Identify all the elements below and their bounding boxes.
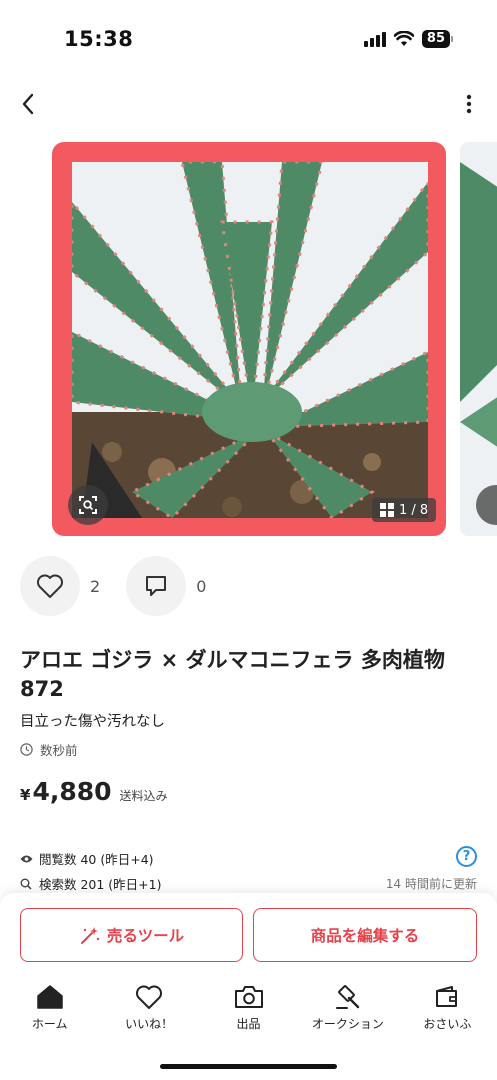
gavel-icon	[335, 985, 360, 1009]
item-stats: 閲覧数 40 (昨日+4) 検索数 201 (昨日+1) ? 14 時間前に更新	[20, 846, 477, 896]
camera-icon	[234, 986, 263, 1008]
item-title: アロエ ゴジラ × ダルマコニフェラ 多肉植物 872	[20, 648, 445, 701]
tab-home-label: ホーム	[31, 1017, 68, 1031]
aloe-plant-image	[72, 162, 428, 518]
tab-likes-label: いいね！	[125, 1017, 174, 1031]
photo-counter[interactable]: 1 / 8	[372, 498, 437, 522]
heart-icon	[136, 985, 163, 1009]
magic-wand-icon	[80, 927, 100, 944]
like-count: 2	[90, 576, 101, 596]
search-icon	[20, 878, 32, 890]
status-icons: 85	[363, 30, 453, 48]
edit-item-button[interactable]: 商品を編集する	[253, 908, 477, 962]
photo-counter-text: 1 / 8	[399, 502, 429, 518]
eye-icon	[20, 855, 33, 862]
chevron-left-icon	[22, 93, 34, 115]
tab-listing[interactable]: 出品	[199, 983, 298, 1039]
engagement-actions: 2 0	[20, 556, 232, 616]
tab-likes[interactable]: いいね！	[99, 983, 198, 1039]
tab-auction-label: オークション	[311, 1017, 384, 1031]
cellular-signal-icon	[363, 31, 386, 47]
status-time: 15:38	[64, 27, 134, 51]
updated-time: 14 時間前に更新	[385, 877, 477, 891]
top-nav	[0, 84, 497, 124]
wallet-icon	[436, 986, 458, 1007]
status-bar: 15:38 85	[0, 0, 497, 80]
sell-tool-label: 売るツール	[106, 927, 185, 945]
currency-symbol: ¥	[20, 786, 31, 804]
tab-home[interactable]: ホーム	[0, 983, 99, 1039]
next-photo-preview[interactable]	[460, 142, 497, 536]
battery-level: 85	[421, 30, 450, 48]
tab-wallet-label: おさいふ	[423, 1017, 472, 1031]
searches-text: 検索数 201 (昨日+1)	[39, 877, 162, 892]
home-indicator	[160, 1064, 337, 1069]
like-button[interactable]	[20, 556, 80, 616]
image-search-button[interactable]	[68, 485, 108, 525]
tab-auction[interactable]: オークション	[298, 983, 397, 1039]
heart-icon	[37, 574, 63, 598]
help-icon[interactable]: ?	[456, 846, 477, 867]
sell-tool-button[interactable]: 売るツール	[20, 908, 243, 962]
price: ¥ 4,880 送料込み	[20, 777, 168, 806]
posted-time: 数秒前	[20, 740, 78, 759]
edit-item-label: 商品を編集する	[310, 927, 420, 945]
photo-carousel[interactable]: 1 / 8	[0, 140, 497, 540]
battery-icon: 85	[421, 30, 453, 48]
shipping-included: 送料込み	[119, 789, 168, 803]
back-button[interactable]	[12, 88, 44, 120]
comment-button[interactable]	[126, 556, 187, 616]
tab-listing-label: 出品	[236, 1017, 261, 1031]
comment-count: 0	[196, 576, 207, 596]
tab-bar: ホーム いいね！ 出品 オークション おさいふ	[0, 983, 497, 1039]
photo-highlight-frame	[52, 142, 446, 536]
item-condition: 目立った傷や汚れなし	[20, 714, 165, 730]
bottom-bar: 売るツール 商品を編集する ホーム いいね！ 出品 オークション おさいふ	[0, 893, 497, 1080]
more-options-button[interactable]	[459, 88, 479, 120]
grid-icon	[380, 503, 394, 517]
wifi-icon	[393, 31, 414, 46]
price-value: 4,880	[32, 777, 112, 806]
scan-icon	[79, 496, 97, 514]
tab-wallet[interactable]: おさいふ	[398, 983, 497, 1039]
home-icon	[36, 985, 63, 1009]
comment-icon	[146, 576, 167, 596]
posted-time-text: 数秒前	[40, 743, 78, 758]
views-text: 閲覧数 40 (昨日+4)	[39, 852, 154, 867]
vertical-dots-icon	[466, 94, 472, 114]
clock-icon	[20, 743, 33, 756]
views-stat: 閲覧数 40 (昨日+4)	[20, 846, 477, 871]
product-photo[interactable]	[72, 162, 428, 518]
